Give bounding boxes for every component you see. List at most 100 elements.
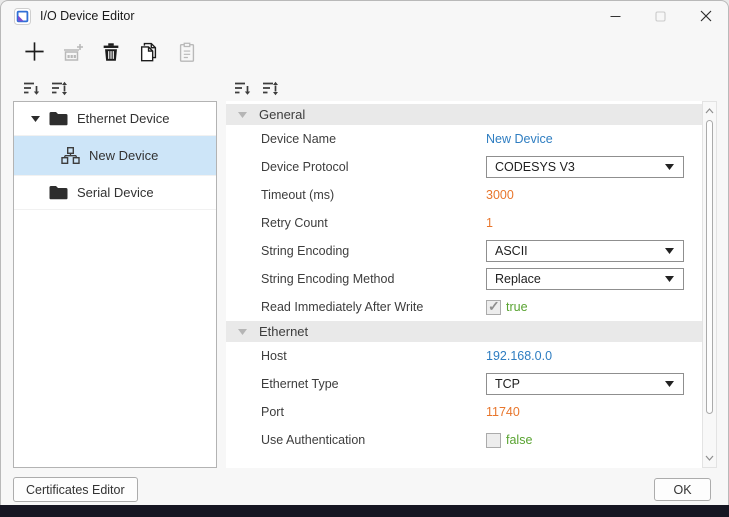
checkbox[interactable] <box>486 300 501 315</box>
property-checkbox-wrap: true <box>486 293 528 321</box>
property-dropdown[interactable]: TCP <box>486 373 684 395</box>
scrollbar-thumb[interactable] <box>706 120 713 414</box>
close-icon <box>700 10 712 22</box>
dropdown-value: TCP <box>495 377 665 391</box>
property-row: Host 192.168.0.0 <box>226 342 702 370</box>
device-tree: Ethernet Device New Device <box>13 101 217 468</box>
section-rows: Device Name New Device Device Protocol C… <box>226 125 702 321</box>
window-bottom-edge <box>0 505 729 517</box>
property-row: Retry Count 1 <box>226 209 702 237</box>
tree-item[interactable]: New Device <box>14 136 216 176</box>
property-label: Device Name <box>261 132 336 146</box>
tree-expand-arrow-icon[interactable] <box>31 116 40 122</box>
property-label: Read Immediately After Write <box>261 300 423 314</box>
property-value-text[interactable]: 1 <box>486 216 493 230</box>
property-value-text[interactable]: New Device <box>486 132 553 146</box>
chevron-down-icon <box>665 276 674 282</box>
section-header[interactable]: Ethernet <box>226 321 702 342</box>
device-add-icon <box>61 40 85 64</box>
property-label: String Encoding Method <box>261 272 394 286</box>
close-button[interactable] <box>683 1 728 31</box>
property-row: Device Protocol CODESYS V3 <box>226 153 702 181</box>
window-controls <box>593 1 728 31</box>
tree-item[interactable]: Serial Device <box>14 176 216 210</box>
property-row: Read Immediately After Write true <box>226 293 702 321</box>
collapse-all-icon[interactable] <box>234 80 252 102</box>
property-dropdown[interactable]: ASCII <box>486 240 684 262</box>
vertical-scrollbar[interactable] <box>702 101 717 468</box>
property-row: Timeout (ms) 3000 <box>226 181 702 209</box>
minimize-button[interactable] <box>593 1 638 31</box>
dropdown-value: Replace <box>495 272 665 286</box>
checkbox-value-label: true <box>506 300 528 314</box>
maximize-button[interactable] <box>638 1 683 31</box>
minimize-icon <box>610 11 621 22</box>
add-button[interactable] <box>20 37 49 66</box>
chevron-down-icon <box>665 381 674 387</box>
property-sections: General Device Name New Device Device Pr… <box>226 101 702 454</box>
scroll-down-icon[interactable] <box>703 451 716 465</box>
titlebar: I/O Device Editor <box>1 1 728 31</box>
property-value-text[interactable]: 192.168.0.0 <box>486 349 552 363</box>
expand-all-icon[interactable] <box>262 80 280 102</box>
property-value-text[interactable]: 3000 <box>486 188 514 202</box>
property-grid: General Device Name New Device Device Pr… <box>226 101 702 468</box>
copy-icon <box>138 41 160 63</box>
property-value-text[interactable]: 11740 <box>486 405 520 419</box>
add-device-button <box>58 37 87 66</box>
collapse-all-icon[interactable] <box>23 80 41 102</box>
scroll-up-icon[interactable] <box>703 104 716 118</box>
trash-icon <box>100 41 122 63</box>
checkbox[interactable] <box>486 433 501 448</box>
certificates-editor-button[interactable]: Certificates Editor <box>13 477 138 502</box>
property-section: Ethernet Host 192.168.0.0 Ethernet Type … <box>226 321 702 454</box>
property-label: Port <box>261 405 284 419</box>
section-title: Ethernet <box>259 324 308 339</box>
property-label: Host <box>261 349 287 363</box>
maximize-icon <box>655 11 666 22</box>
paste-icon <box>176 41 198 63</box>
paste-button <box>172 37 201 66</box>
property-row: String Encoding Method Replace <box>226 265 702 293</box>
copy-button[interactable] <box>134 37 163 66</box>
window-title: I/O Device Editor <box>40 9 134 23</box>
app-logo-icon <box>14 8 31 25</box>
main-toolbar <box>20 37 201 66</box>
checkbox-value-label: false <box>506 433 532 447</box>
tree-panel-toolbar <box>23 80 69 102</box>
expand-all-icon[interactable] <box>51 80 69 102</box>
property-label: Device Protocol <box>261 160 349 174</box>
chevron-down-icon <box>665 248 674 254</box>
property-row: Ethernet Type TCP <box>226 370 702 398</box>
tree-item-label: New Device <box>89 148 158 163</box>
property-label: Timeout (ms) <box>261 188 334 202</box>
delete-button[interactable] <box>96 37 125 66</box>
section-collapse-icon[interactable] <box>238 329 247 335</box>
chevron-down-icon <box>665 164 674 170</box>
tree-item-label: Ethernet Device <box>77 111 170 126</box>
property-row: Use Authentication false <box>226 426 702 454</box>
property-label: Ethernet Type <box>261 377 339 391</box>
property-dropdown[interactable]: Replace <box>486 268 684 290</box>
section-rows: Host 192.168.0.0 Ethernet Type TCP Port … <box>226 342 702 454</box>
section-title: General <box>259 107 305 122</box>
tree-item-label: Serial Device <box>77 185 154 200</box>
dropdown-value: ASCII <box>495 244 665 258</box>
property-row: Port 11740 <box>226 398 702 426</box>
plus-icon <box>23 40 46 63</box>
property-dropdown[interactable]: CODESYS V3 <box>486 156 684 178</box>
section-collapse-icon[interactable] <box>238 112 247 118</box>
folder-icon <box>49 111 68 126</box>
tree-item[interactable]: Ethernet Device <box>14 102 216 136</box>
dropdown-value: CODESYS V3 <box>495 160 665 174</box>
property-checkbox-wrap: false <box>486 426 532 454</box>
property-label: Retry Count <box>261 216 328 230</box>
property-label: Use Authentication <box>261 433 365 447</box>
io-device-editor-window: I/O Device Editor <box>0 0 729 512</box>
property-label: String Encoding <box>261 244 349 258</box>
network-device-icon <box>61 147 80 164</box>
ok-button[interactable]: OK <box>654 478 711 501</box>
section-header[interactable]: General <box>226 104 702 125</box>
property-row: Device Name New Device <box>226 125 702 153</box>
property-section: General Device Name New Device Device Pr… <box>226 104 702 321</box>
